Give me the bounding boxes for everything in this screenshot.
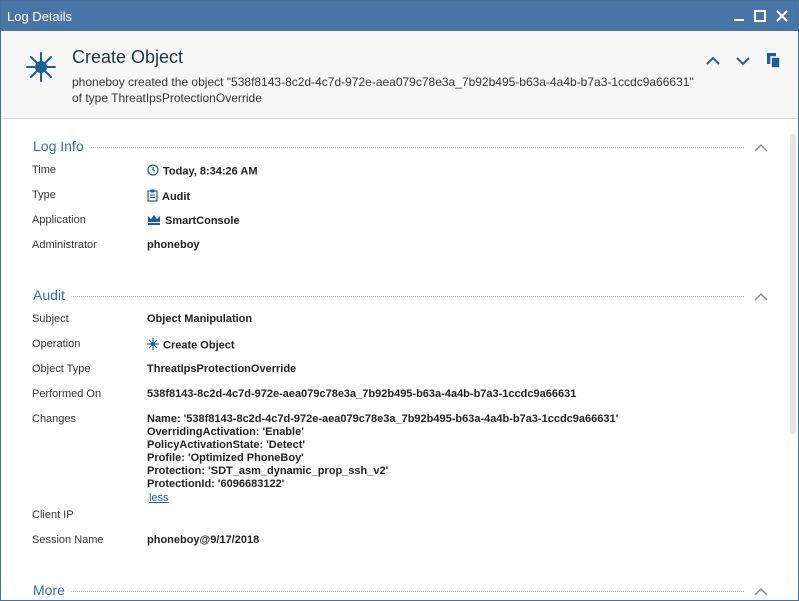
section-divider <box>33 147 744 148</box>
time-label: Time <box>32 164 57 176</box>
change-line: OverridingActivation: 'Enable' <box>147 426 304 438</box>
log-details-window: Log Details Create Object phoneboy creat… <box>0 0 799 601</box>
section-divider <box>33 591 744 592</box>
object-type-label: Object Type <box>32 363 91 375</box>
chevron-up-icon[interactable] <box>703 51 723 71</box>
application-value: SmartConsole <box>165 214 240 227</box>
close-icon[interactable] <box>771 5 793 27</box>
changes-label: Changes <box>32 413 77 425</box>
section-log-info[interactable]: Log Info <box>33 138 768 156</box>
sparkle-icon <box>25 51 57 88</box>
minimize-icon[interactable] <box>728 5 750 27</box>
window-title: Log Details <box>7 9 73 24</box>
changes-value: Name: '538f8143-8c2d-4c7d-972e-aea079c78… <box>147 413 618 505</box>
collapse-chevron-icon[interactable] <box>754 584 768 600</box>
log-header: Create Object phoneboy created the objec… <box>1 31 798 119</box>
application-value-wrap: SmartConsole <box>147 214 240 228</box>
clipboard-icon <box>147 189 158 205</box>
time-value-wrap: Today, 8:34:26 AM <box>147 164 258 179</box>
session-name-value: phoneboy@9/17/2018 <box>147 534 260 546</box>
less-link[interactable]: less <box>149 491 618 505</box>
section-divider <box>33 296 744 297</box>
section-label: More <box>33 582 71 598</box>
chevron-down-icon[interactable] <box>733 51 753 71</box>
operation-value: Create Object <box>163 339 235 352</box>
operation-label: Operation <box>32 338 81 350</box>
performed-on-label: Performed On <box>32 388 102 400</box>
vertical-scrollbar[interactable] <box>790 134 796 434</box>
clock-icon <box>147 164 159 179</box>
log-description: phoneboy created the object "538f8143-8c… <box>72 75 694 105</box>
type-value-wrap: Audit <box>147 189 190 205</box>
maximize-icon[interactable] <box>749 5 771 27</box>
administrator-label: Administrator <box>32 239 97 251</box>
section-audit[interactable]: Audit <box>33 287 768 305</box>
change-line: PolicyActivationState: 'Detect' <box>147 439 306 451</box>
change-line: ProtectionId: '6096683122' <box>147 478 285 490</box>
application-label: Application <box>32 214 86 226</box>
change-line: Protection: 'SDT_asm_dynamic_prop_ssh_v2… <box>147 465 389 477</box>
section-label: Log Info <box>33 138 90 154</box>
crown-icon <box>147 214 161 228</box>
subject-label: Subject <box>32 313 69 325</box>
time-value: Today, 8:34:26 AM <box>163 165 258 178</box>
client-ip-label: Client IP <box>32 509 74 521</box>
object-type-value: ThreatIpsProtectionOverride <box>147 363 297 375</box>
collapse-chevron-icon[interactable] <box>754 140 768 158</box>
collapse-chevron-icon[interactable] <box>754 289 768 307</box>
copy-icon[interactable] <box>764 51 784 71</box>
change-line: Profile: 'Optimized PhoneBoy' <box>147 452 304 464</box>
change-line: Name: '538f8143-8c2d-4c7d-972e-aea079c78… <box>147 413 619 425</box>
type-label: Type <box>32 189 56 201</box>
log-title: Create Object <box>72 47 184 67</box>
type-value: Audit <box>162 190 191 203</box>
section-label: Audit <box>33 287 71 303</box>
session-name-label: Session Name <box>32 534 104 546</box>
administrator-value: phoneboy <box>147 239 200 251</box>
section-more[interactable]: More <box>33 582 768 600</box>
subject-value: Object Manipulation <box>147 313 253 325</box>
performed-on-value: 538f8143-8c2d-4c7d-972e-aea079c78e3a_7b9… <box>147 388 577 400</box>
operation-value-wrap: Create Object <box>147 338 235 353</box>
title-bar[interactable]: Log Details <box>1 1 798 31</box>
sparkle-icon <box>147 338 159 353</box>
